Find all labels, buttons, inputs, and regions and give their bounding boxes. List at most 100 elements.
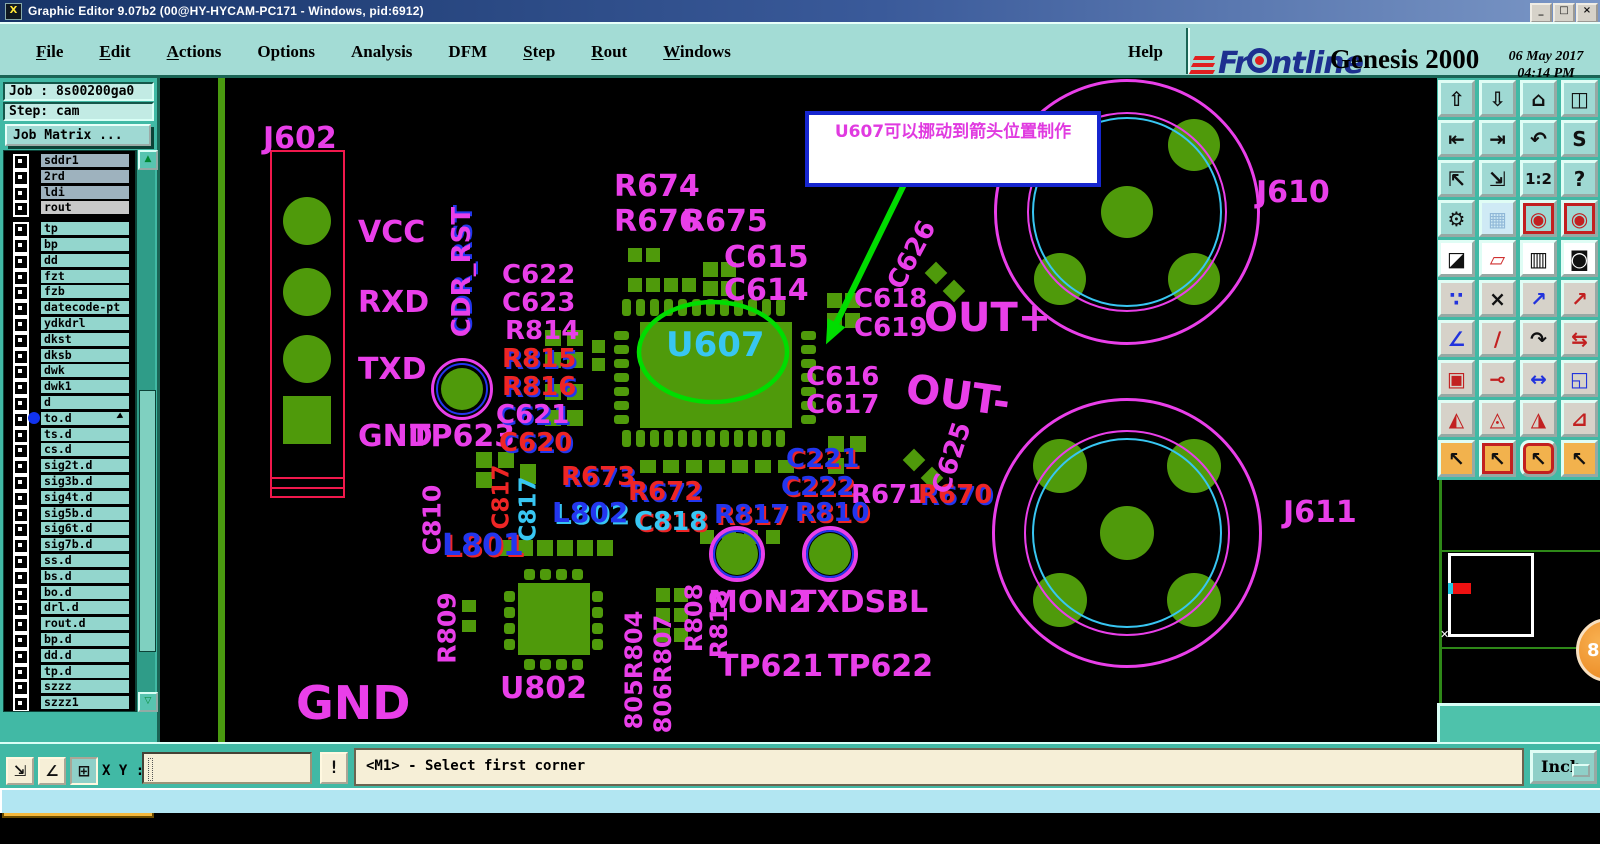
- triangle-mode-4-button[interactable]: ⊿: [1561, 400, 1598, 437]
- layer-checkbox[interactable]: [13, 601, 29, 618]
- home-view-button[interactable]: ⌂: [1520, 80, 1557, 117]
- layer-row-fzt[interactable]: fzt: [4, 268, 132, 286]
- layer-row-bo.d[interactable]: bo.d: [4, 584, 132, 602]
- layer-label[interactable]: bp.d: [40, 632, 130, 647]
- layer-label[interactable]: ss.d: [40, 553, 130, 568]
- layer-label[interactable]: sig2t.d: [40, 458, 130, 474]
- layer-row-d[interactable]: d: [4, 395, 132, 412]
- triangle-mode-3-button[interactable]: ◮: [1520, 400, 1557, 437]
- maximize-button[interactable]: □: [1553, 3, 1575, 23]
- layer-checkbox[interactable]: [13, 680, 29, 697]
- layer-checkbox[interactable]: [13, 348, 29, 365]
- move-origin-button[interactable]: ↗: [1520, 280, 1557, 317]
- layer-label[interactable]: datecode-pt: [40, 300, 130, 316]
- layer-row-tp[interactable]: tp: [4, 221, 132, 239]
- layer-label[interactable]: szzz: [40, 679, 130, 695]
- layer-label[interactable]: sig6t.d: [40, 521, 130, 537]
- layer-row-sig3b.d[interactable]: sig3b.d: [4, 474, 132, 491]
- select-single-button[interactable]: ↖: [1438, 440, 1475, 477]
- layer-checkbox[interactable]: [13, 301, 29, 318]
- pad-swap-button[interactable]: ▣: [1438, 360, 1475, 397]
- layer-row-dkst[interactable]: dkst: [4, 331, 132, 349]
- scroll-thumb[interactable]: [139, 390, 156, 652]
- layer-row-dd.d[interactable]: dd.d: [4, 647, 132, 665]
- context-help-button[interactable]: ?: [1561, 160, 1598, 197]
- layer-row-bs.d[interactable]: bs.d: [4, 568, 132, 586]
- graphic-settings-button[interactable]: ⚙: [1438, 200, 1475, 237]
- layer-row-sig7b.d[interactable]: sig7b.d: [4, 537, 132, 555]
- layer-checkbox[interactable]: [13, 380, 29, 397]
- layer-row-dwk[interactable]: dwk: [4, 363, 132, 381]
- layer-label[interactable]: dkst: [40, 331, 130, 347]
- select-net-button[interactable]: ↖: [1561, 440, 1598, 477]
- layer-checkbox[interactable]: [13, 253, 29, 270]
- layer-row-drl.d[interactable]: drl.d: [4, 600, 132, 618]
- line-stretch-button[interactable]: ⊸: [1479, 360, 1516, 397]
- zoom-1-2-button[interactable]: 1:2: [1520, 160, 1557, 197]
- units-dropdown-handle[interactable]: [1572, 764, 1590, 777]
- layer-row-sig2t.d[interactable]: sig2t.d: [4, 458, 132, 476]
- scroll-up-icon[interactable]: ▲: [138, 150, 158, 170]
- measure-ruler-button[interactable]: ▥: [1520, 240, 1557, 277]
- layer-checkbox[interactable]: [13, 222, 29, 239]
- layer-row-dd[interactable]: dd: [4, 252, 132, 270]
- layer-row-sddr1[interactable]: sddr1: [4, 153, 132, 170]
- previous-view-button[interactable]: ↶: [1520, 120, 1557, 157]
- layer-row-2rd[interactable]: 2rd: [4, 168, 132, 186]
- pcb-canvas[interactable]: J602 VCC RXD TXD GND TP623 CDR_RST C622 C623 R814…: [160, 78, 1437, 742]
- rotate-90-button[interactable]: ↷: [1520, 320, 1557, 357]
- layer-label[interactable]: sddr1: [40, 153, 130, 168]
- layer-checkbox[interactable]: [13, 443, 29, 460]
- triangle-mode-2-button[interactable]: ◬: [1479, 400, 1516, 437]
- layer-checkbox[interactable]: [13, 317, 29, 333]
- pad-select-button[interactable]: ◙: [1561, 240, 1598, 277]
- pan-right-button[interactable]: ⇥: [1479, 120, 1516, 157]
- layer-label[interactable]: szzz1: [40, 695, 130, 711]
- layer-checkbox[interactable]: [13, 364, 29, 381]
- menu-rout[interactable]: Rout: [591, 42, 627, 62]
- layer-label[interactable]: dksb: [40, 347, 130, 363]
- menu-step[interactable]: Step: [523, 42, 555, 62]
- layer-label[interactable]: rout: [40, 200, 130, 216]
- triangle-mode-1-button[interactable]: ◭: [1438, 400, 1475, 437]
- scroll-down-icon[interactable]: ▽: [138, 692, 158, 712]
- layer-checkbox[interactable]: [13, 617, 29, 634]
- layer-row-ss.d[interactable]: ss.d: [4, 553, 132, 570]
- grid-window-button[interactable]: ⊞: [70, 757, 98, 785]
- layer-row-szzz1[interactable]: szzz1: [4, 695, 132, 711]
- layer-label[interactable]: tp.d: [40, 663, 130, 679]
- layer-row-sig4t.d[interactable]: sig4t.d: [4, 489, 132, 507]
- layer-row-sig6t.d[interactable]: sig6t.d: [4, 521, 132, 539]
- layer-checkbox[interactable]: [13, 427, 29, 444]
- layer-label[interactable]: bo.d: [40, 584, 130, 600]
- layer-row-tp.d[interactable]: tp.d: [4, 663, 132, 681]
- layer-scrollbar[interactable]: ▲ ▽: [135, 150, 158, 712]
- layer-row-cs.d[interactable]: cs.d: [4, 442, 132, 460]
- layer-row-dksb[interactable]: dksb: [4, 347, 132, 365]
- layer-checkbox[interactable]: [13, 506, 29, 523]
- layer-checkbox[interactable]: [13, 285, 29, 302]
- layer-row-ydkdrl[interactable]: ydkdrl: [4, 316, 132, 333]
- layer-row-szzz[interactable]: szzz: [4, 679, 132, 697]
- layer-checkbox[interactable]: [13, 169, 29, 186]
- layer-checkbox[interactable]: [13, 185, 29, 202]
- snap-mode-2-button[interactable]: ◉: [1561, 200, 1598, 237]
- layer-label[interactable]: 2rd: [40, 168, 130, 184]
- layer-checkbox[interactable]: [13, 648, 29, 665]
- layer-row-dwk1[interactable]: dwk1: [4, 379, 132, 397]
- measure-distance-button[interactable]: ↔: [1520, 360, 1557, 397]
- chain-select-button[interactable]: ∵: [1438, 280, 1475, 317]
- view-restore-button[interactable]: ⇩: [1479, 80, 1516, 117]
- view-save-button[interactable]: ⇧: [1438, 80, 1475, 117]
- layer-checkbox[interactable]: [13, 490, 29, 507]
- layer-checkbox[interactable]: [13, 696, 29, 711]
- layer-checkbox[interactable]: [13, 585, 29, 602]
- angle-measure-button[interactable]: ∠: [38, 757, 66, 785]
- layer-checkbox[interactable]: [13, 475, 29, 491]
- layer-label[interactable]: rout.d: [40, 616, 130, 632]
- layer-label[interactable]: bs.d: [40, 568, 130, 584]
- zoom-fit-button[interactable]: ⇱: [1438, 160, 1475, 197]
- grid-toggle-button[interactable]: ▦: [1479, 200, 1516, 237]
- layer-checkbox[interactable]: [13, 633, 29, 649]
- s-route-button[interactable]: S: [1561, 120, 1598, 157]
